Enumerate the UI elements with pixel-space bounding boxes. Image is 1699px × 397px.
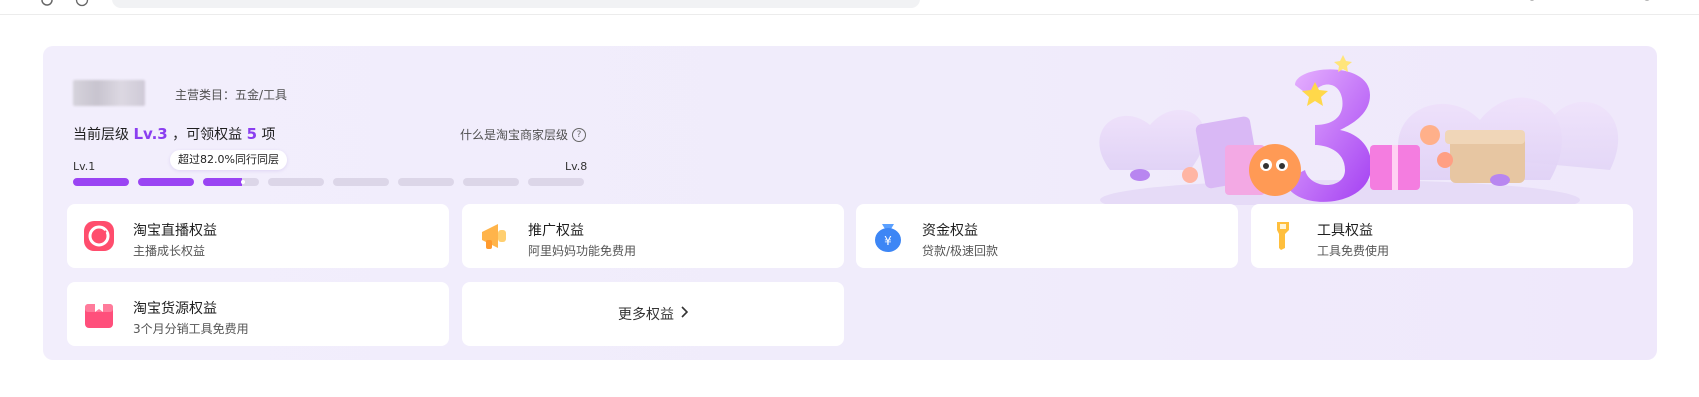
what-is-label: 什么是淘宝商家层级: [460, 128, 569, 142]
question-icon[interactable]: ?: [572, 127, 587, 142]
puzzle-icon[interactable]: [1600, 0, 1614, 6]
level-middle: ，可领权益: [172, 127, 243, 143]
browser-toolbar: [0, 0, 1699, 15]
progress-segment: [398, 178, 454, 186]
benefit-title: 淘宝直播权益: [133, 223, 217, 239]
benefit-title: 推广权益: [528, 223, 584, 239]
progress-segment: [138, 178, 194, 186]
extension-icon[interactable]: [1525, 0, 1539, 6]
progress-segment: [333, 178, 389, 186]
more-benefits-label: 更多权益: [618, 307, 674, 323]
level-max-label: Lv.8: [565, 160, 588, 173]
main-category: 主营类目：五金/工具: [175, 88, 288, 102]
progress-segment: [73, 178, 129, 186]
benefits-count: 5: [246, 125, 258, 143]
level-3-illustration: [1080, 50, 1640, 205]
wrench-icon: [1265, 218, 1301, 254]
rank-tooltip: 超过82.0%同行同层: [170, 150, 287, 170]
progress-segment: [203, 178, 259, 186]
profile-icon[interactable]: [1640, 0, 1654, 6]
benefit-live[interactable]: 淘宝直播权益 主播成长权益: [67, 204, 449, 268]
benefit-subtitle: 3个月分销工具免费用: [133, 322, 249, 336]
gift-box-icon: [81, 296, 117, 332]
benefit-tools[interactable]: 工具权益 工具免费使用: [1251, 204, 1633, 268]
benefit-subtitle: 工具免费使用: [1317, 244, 1390, 258]
benefit-promotion[interactable]: 推广权益 阿里妈妈功能免费用: [462, 204, 844, 268]
benefit-title: 资金权益: [922, 223, 978, 239]
svg-text:¥: ¥: [884, 234, 892, 248]
megaphone-icon: [476, 218, 512, 254]
level-min-label: Lv.1: [73, 160, 96, 173]
benefit-subtitle: 主播成长权益: [133, 244, 206, 258]
live-icon: [81, 218, 117, 254]
progress-segment: [528, 178, 584, 186]
bookmark-icon[interactable]: [1563, 0, 1577, 6]
current-level-line: 当前层级 Lv.3 ，可领权益 5 项: [73, 124, 276, 144]
level-suffix: 项: [261, 127, 276, 143]
info-icon[interactable]: [75, 0, 89, 7]
chevron-right-icon: [680, 306, 689, 322]
money-bag-icon: ¥: [870, 218, 906, 254]
benefit-title: 淘宝货源权益: [133, 301, 217, 317]
benefit-title: 工具权益: [1317, 223, 1373, 239]
benefit-subtitle: 阿里妈妈功能免费用: [528, 244, 637, 258]
progress-segment: [463, 178, 519, 186]
benefit-subtitle: 贷款/极速回款: [922, 244, 999, 258]
what-is-merchant-level-link[interactable]: 什么是淘宝商家层级 ?: [460, 126, 587, 143]
store-name-blurred: [73, 80, 145, 106]
benefit-sourcing[interactable]: 淘宝货源权益 3个月分销工具免费用: [67, 282, 449, 346]
refresh-icon[interactable]: [40, 0, 54, 6]
benefit-funds[interactable]: ¥ 资金权益 贷款/极速回款: [856, 204, 1238, 268]
address-bar[interactable]: [112, 0, 920, 8]
level-prefix: 当前层级: [73, 127, 129, 143]
more-benefits-button[interactable]: 更多权益: [462, 282, 844, 346]
progress-segment: [268, 178, 324, 186]
current-level: Lv.3: [133, 125, 168, 143]
